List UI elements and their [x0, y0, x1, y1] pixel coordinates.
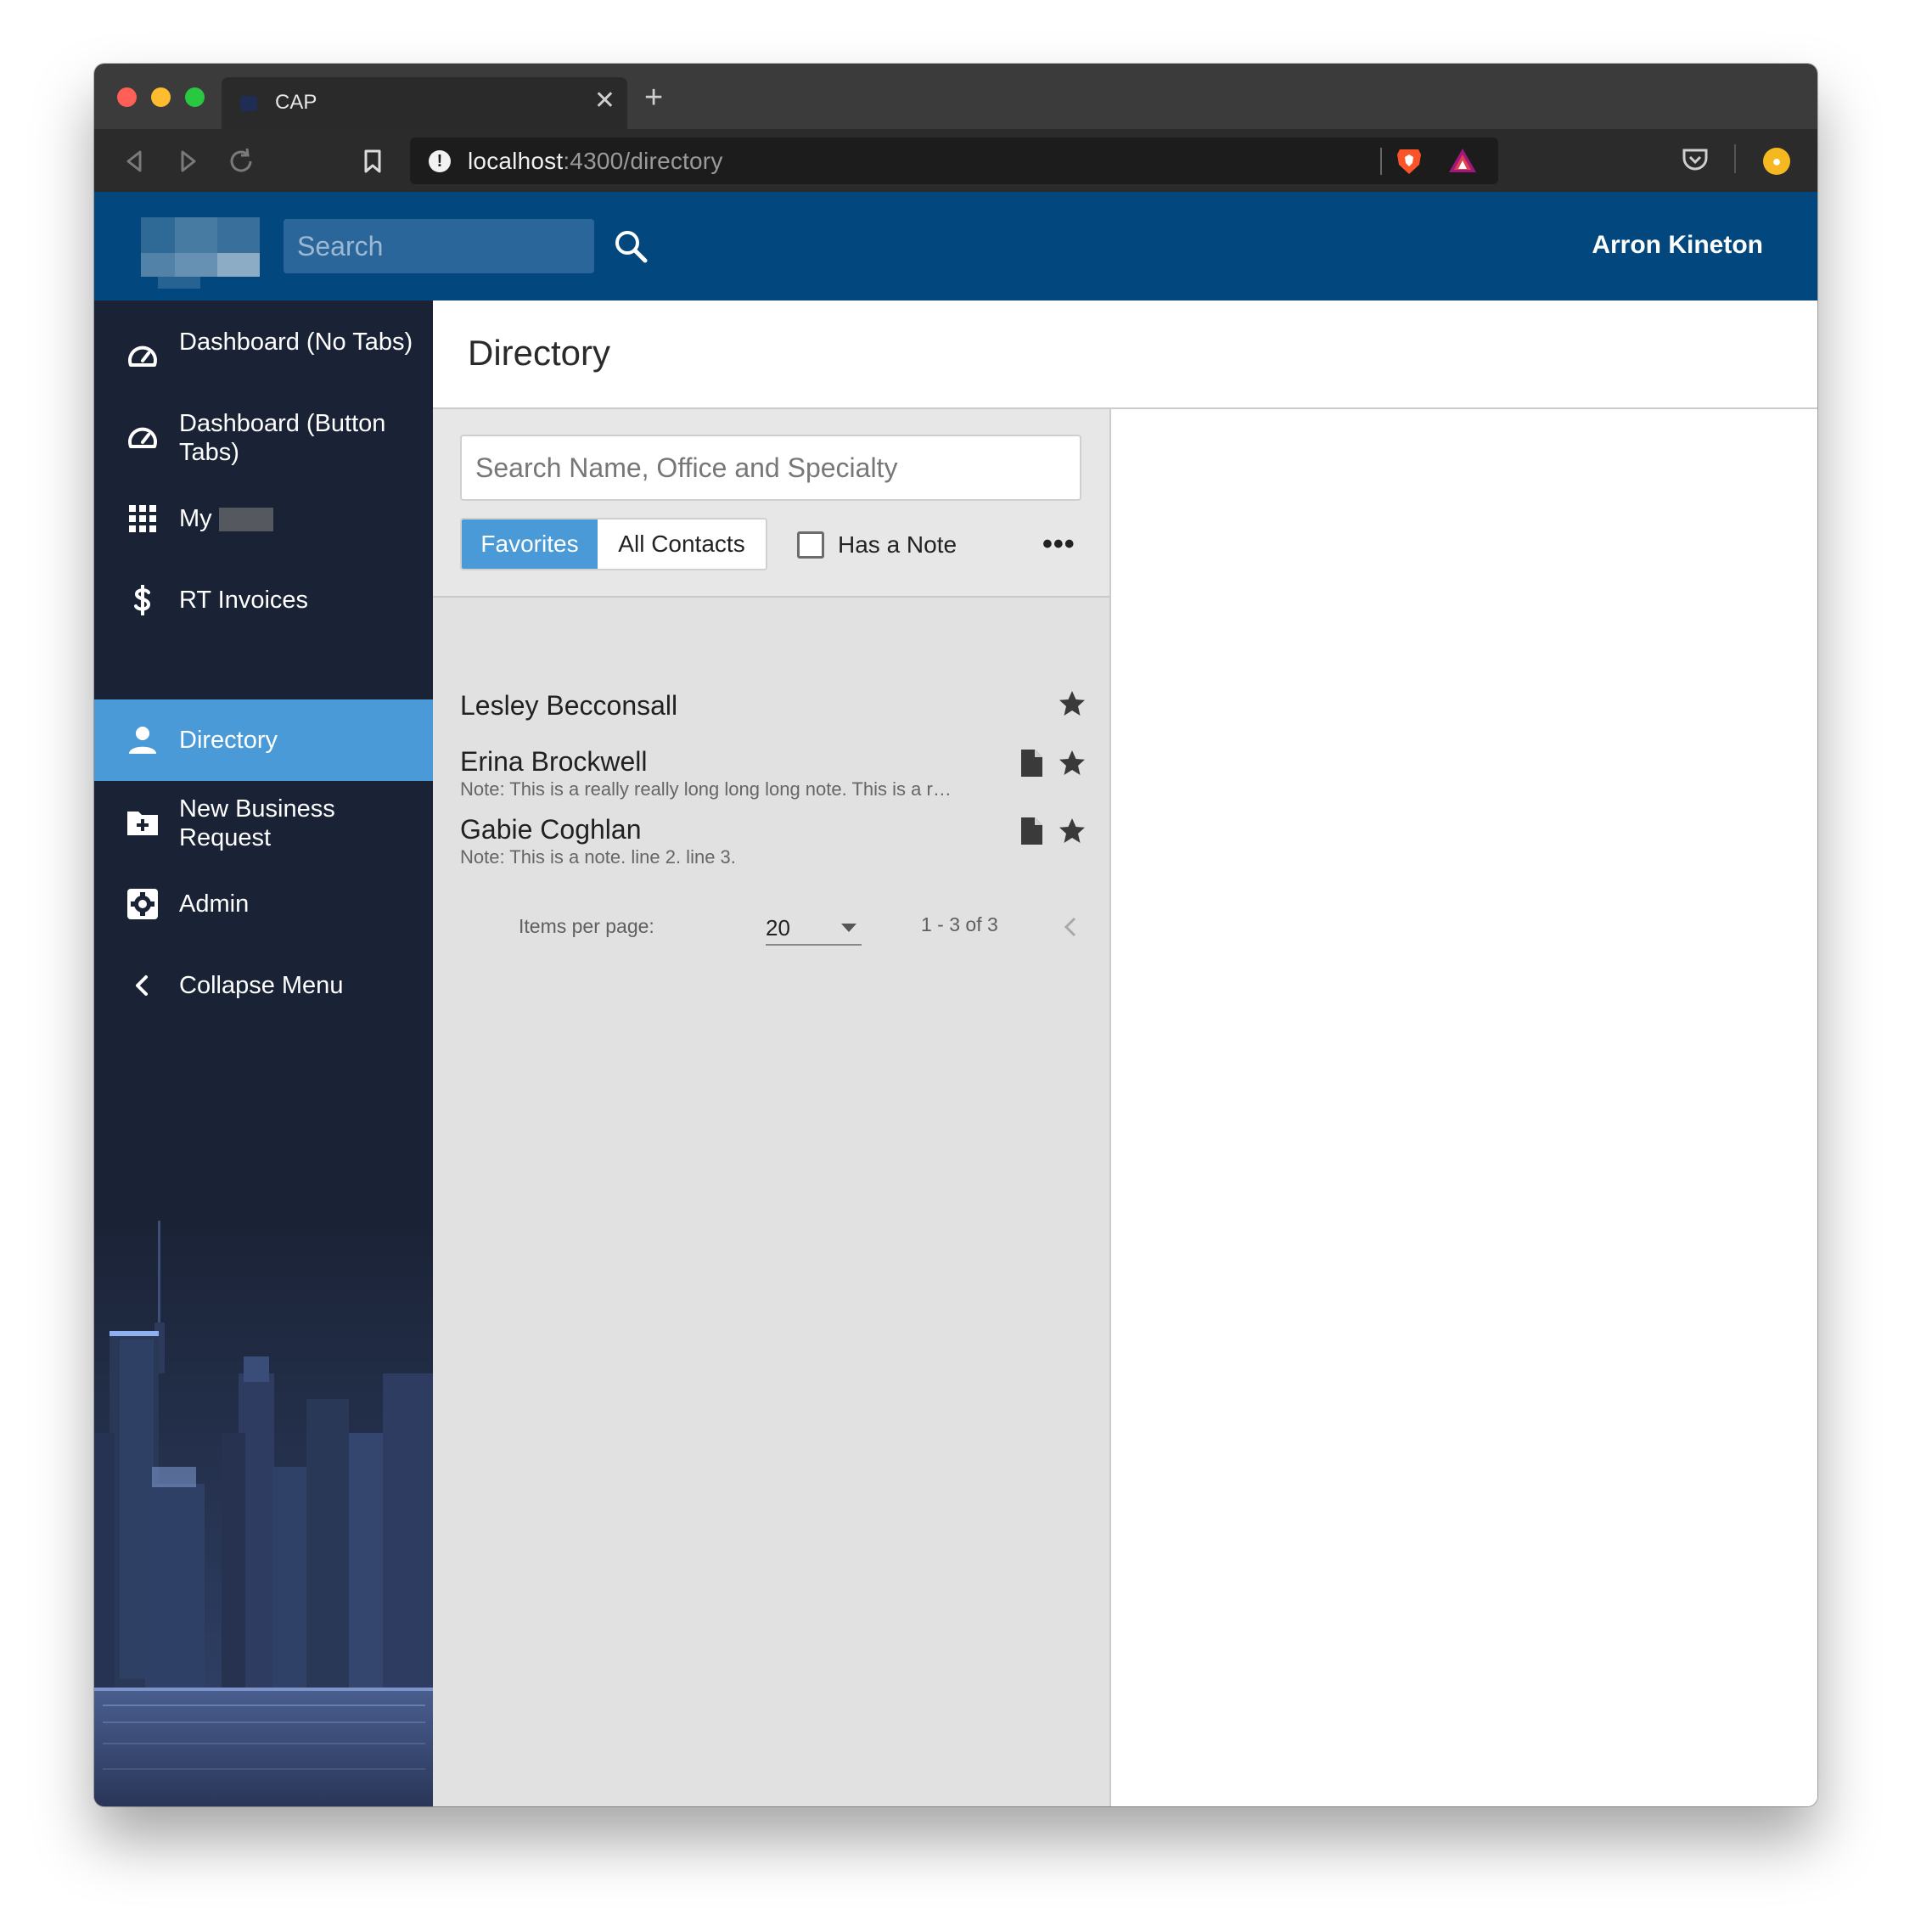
contact-detail-panel	[1111, 409, 1817, 1806]
favorite-star-icon[interactable]	[1058, 749, 1087, 778]
sidebar-item-label: Collapse Menu	[179, 972, 344, 999]
bookmark-icon[interactable]	[356, 144, 390, 178]
global-search-input[interactable]	[284, 219, 594, 273]
sidebar-item-new-business-request[interactable]: New Business Request	[94, 784, 433, 862]
items-per-page-label: Items per page:	[519, 915, 654, 937]
sidebar-item-label: Dashboard (Button Tabs)	[179, 410, 386, 466]
list-item[interactable]: Gabie Coghlan Note: This is a note. line…	[460, 813, 1088, 873]
sidebar-item-directory[interactable]: Directory	[94, 699, 433, 781]
speedometer-icon	[128, 427, 157, 448]
has-note-checkbox[interactable]	[797, 531, 824, 559]
dropdown-arrow-icon	[841, 924, 856, 932]
sidebar-item-my[interactable]: My	[94, 480, 433, 559]
note-document-icon[interactable]	[1017, 817, 1046, 845]
pocket-icon[interactable]	[1680, 144, 1710, 175]
sidebar-item-label-wrap: My	[179, 504, 273, 533]
directory-search-input[interactable]	[460, 435, 1081, 501]
browser-toolbar: ! localhost:4300/directory ●	[94, 129, 1817, 192]
list-item[interactable]: Lesley Becconsall	[460, 689, 1088, 727]
tab-title: CAP	[275, 91, 317, 114]
favicon-icon	[240, 96, 257, 111]
redacted-text	[218, 508, 273, 532]
address-bar[interactable]: ! localhost:4300/directory	[410, 138, 1498, 184]
folder-plus-icon	[127, 812, 158, 835]
back-icon[interactable]	[118, 144, 152, 178]
sidebar-item-label: Admin	[179, 890, 250, 918]
page-range-label: 1 - 3 of 3	[921, 913, 998, 935]
contacts-toggle-group: Favorites All Contacts	[460, 518, 767, 570]
contact-name: Lesley Becconsall	[460, 690, 678, 721]
sidebar-item-dashboard-button-tabs[interactable]: Dashboard (Button Tabs)	[94, 399, 433, 477]
sidebar-item-rt-invoices[interactable]: RT Invoices	[94, 562, 433, 640]
tab-close-icon[interactable]: ✕	[594, 86, 615, 116]
sidebar-item-label: Dashboard (No Tabs)	[179, 329, 413, 356]
person-icon	[129, 727, 156, 754]
contact-note: Note: This is a note. line 2. line 3.	[460, 846, 736, 868]
more-options-button[interactable]: •••	[1042, 528, 1075, 561]
new-tab-button[interactable]: +	[644, 81, 663, 115]
directory-filters: Favorites All Contacts Has a Note •••	[433, 409, 1109, 598]
sidebar-item-label: RT Invoices	[179, 587, 309, 614]
has-note-label[interactable]: Has a Note	[838, 531, 957, 559]
chevron-left-icon	[136, 975, 148, 996]
paginator: Items per page: 20 1 - 3 of 3	[433, 901, 1137, 952]
site-info-icon[interactable]: !	[429, 150, 451, 172]
maximize-window-button[interactable]	[185, 87, 205, 107]
sidebar-item-admin[interactable]: Admin	[94, 866, 433, 944]
items-per-page-select[interactable]: 20	[766, 908, 862, 946]
sidebar-item-label: My	[179, 505, 212, 532]
close-window-button[interactable]	[117, 87, 137, 107]
browser-window: CAP ✕ + ! localhost:4300/directory ● Sea…	[94, 64, 1817, 1806]
list-item[interactable]: Erina Brockwell Note: This is a really r…	[460, 745, 1088, 805]
address-bar-divider	[1380, 148, 1382, 175]
sidebar-item-collapse-menu[interactable]: Collapse Menu	[94, 947, 433, 1025]
tab-strip: CAP ✕ +	[94, 64, 1817, 129]
forward-icon[interactable]	[171, 144, 205, 178]
minimize-window-button[interactable]	[151, 87, 171, 107]
contact-name: Gabie Coghlan	[460, 814, 642, 845]
dollar-icon	[134, 585, 151, 615]
all-contacts-toggle-button[interactable]: All Contacts	[598, 520, 766, 569]
grid-icon	[129, 505, 156, 532]
sidebar-item-label: New Business Request	[179, 795, 335, 851]
sidebar-item-dashboard-no-tabs[interactable]: Dashboard (No Tabs)	[94, 317, 433, 396]
sidebar: Dashboard (No Tabs) Dashboard (Button Ta…	[94, 300, 433, 1806]
city-skyline-image	[94, 1212, 433, 1806]
favorites-toggle-button[interactable]: Favorites	[462, 520, 598, 569]
app-logo[interactable]	[141, 217, 260, 289]
url-path: :4300/directory	[563, 148, 723, 174]
speedometer-icon	[128, 345, 157, 367]
url-host: localhost	[468, 148, 564, 174]
url-text: localhost:4300/directory	[468, 148, 723, 175]
previous-page-icon[interactable]	[1058, 913, 1085, 941]
reload-icon[interactable]	[224, 144, 258, 178]
brave-shields-icon[interactable]	[1395, 146, 1424, 177]
favorite-star-icon[interactable]	[1058, 817, 1087, 845]
toolbar-divider	[1734, 144, 1736, 173]
user-name[interactable]: Arron Kineton	[1592, 231, 1763, 260]
favorite-star-icon[interactable]	[1058, 689, 1087, 718]
contact-name: Erina Brockwell	[460, 746, 648, 777]
gear-icon	[127, 889, 158, 919]
page-title-bar: Directory	[433, 300, 1817, 409]
search-icon[interactable]	[612, 227, 649, 265]
app-header: Arron Kineton	[94, 192, 1817, 300]
contact-note: Note: This is a really really long long …	[460, 778, 961, 800]
brave-rewards-icon[interactable]	[1447, 146, 1478, 175]
directory-list-panel: Favorites All Contacts Has a Note ••• Le…	[433, 409, 1137, 1806]
sidebar-item-label: Directory	[179, 727, 278, 754]
browser-tab[interactable]: CAP ✕	[222, 77, 627, 129]
items-per-page-value: 20	[766, 915, 790, 941]
profile-icon[interactable]: ●	[1763, 148, 1790, 175]
note-document-icon[interactable]	[1017, 749, 1046, 778]
page-title: Directory	[468, 333, 611, 373]
